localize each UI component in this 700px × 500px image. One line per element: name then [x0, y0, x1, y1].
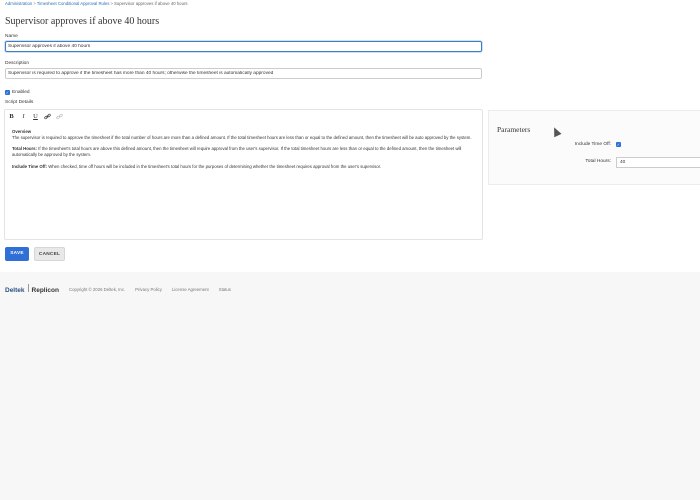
save-button[interactable]: SAVE: [5, 247, 29, 261]
include-time-off-heading: Include Time Off:: [12, 163, 48, 169]
breadcrumb-current: Supervisor approves if above 40 hours: [113, 1, 188, 6]
overview-paragraph: Overview The supervisor is required to a…: [12, 129, 480, 141]
breadcrumb-separator: >: [33, 1, 36, 6]
underline-button[interactable]: U: [32, 113, 39, 124]
unlink-icon[interactable]: [56, 113, 63, 124]
deltek-logo-text: Deltek: [5, 287, 25, 294]
footer-copyright: Copyright © 2026 Deltek, Inc.: [68, 286, 126, 292]
footer-link-license[interactable]: License Agreement: [172, 287, 209, 292]
enabled-checkbox-row[interactable]: ✓ Enabled: [5, 90, 30, 95]
enabled-label: Enabled: [12, 90, 30, 95]
include-time-off-paragraph: Include Time Off: When checked, time off…: [12, 164, 480, 170]
editor-toolbar: B I U: [8, 113, 63, 124]
footer-link-privacy[interactable]: Privacy Policy: [135, 287, 162, 292]
breadcrumb-link-approval-rules[interactable]: Timesheet Conditional Approval Rules: [37, 1, 110, 6]
overview-text: The supervisor is required to approve th…: [12, 134, 472, 140]
main-page: Administration>Timesheet Conditional App…: [0, 0, 700, 272]
breadcrumb-link-administration[interactable]: Administration: [5, 1, 32, 6]
parameters-panel: Parameters Include Time Off: ✓ Total Hou…: [488, 110, 700, 185]
breadcrumb-separator: >: [110, 1, 113, 6]
total-hours-paragraph: Total Hours: If the timesheet's total ho…: [12, 146, 480, 158]
include-time-off-checkbox[interactable]: ✓: [616, 142, 621, 147]
script-details-label: Script Details: [5, 100, 34, 105]
include-time-off-text: When checked, time off hours will be inc…: [47, 163, 382, 169]
total-hours-input[interactable]: [616, 157, 700, 168]
footer-logo[interactable]: Deltek Replicon: [5, 284, 59, 294]
total-hours-label: Total Hours:: [585, 159, 611, 164]
total-hours-heading: Total Hours:: [12, 146, 37, 152]
bold-button[interactable]: B: [8, 113, 15, 124]
enabled-checkbox[interactable]: ✓: [5, 90, 10, 95]
logo-divider: [27, 284, 29, 292]
italic-button[interactable]: I: [20, 113, 27, 124]
replicon-logo-text: Replicon: [31, 287, 59, 294]
editor-content[interactable]: Overview The supervisor is required to a…: [12, 129, 480, 175]
name-input[interactable]: [5, 41, 482, 52]
description-label: Description: [5, 61, 29, 66]
breadcrumb: Administration>Timesheet Conditional App…: [5, 1, 188, 6]
mouse-pointer-icon: [551, 127, 561, 136]
footer: Deltek Replicon Copyright © 2026 Deltek, …: [5, 284, 231, 294]
footer-link-status[interactable]: Status: [219, 287, 231, 292]
description-input[interactable]: [5, 68, 482, 79]
link-icon[interactable]: [44, 113, 51, 124]
name-label: Name: [5, 34, 18, 39]
total-hours-text: If the timesheet's total hours are above…: [12, 146, 462, 158]
script-editor[interactable]: B I U Overview The supervisor is require…: [4, 109, 483, 240]
include-time-off-label: Include Time Off:: [574, 142, 611, 147]
page-title: Supervisor approves if above 40 hours: [5, 16, 160, 27]
overview-heading: Overview: [12, 129, 32, 134]
cancel-button[interactable]: CANCEL: [34, 247, 65, 261]
parameters-title: Parameters: [497, 125, 531, 134]
